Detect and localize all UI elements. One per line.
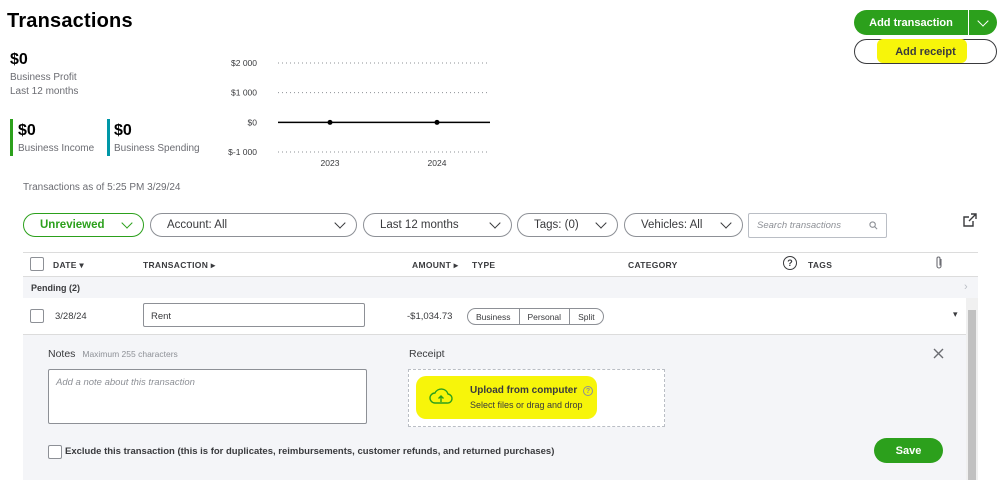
row-checkbox[interactable] — [30, 309, 44, 323]
attachment-icon — [936, 256, 942, 269]
save-button[interactable]: Save — [874, 438, 943, 463]
upload-title: Upload from computer ? — [470, 385, 594, 396]
period-filter[interactable]: Last 12 months — [363, 213, 512, 237]
income-value: $0 — [18, 122, 36, 139]
type-business-option[interactable]: Business — [468, 309, 520, 324]
help-icon[interactable]: ? — [783, 256, 797, 270]
tags-filter[interactable]: Tags: (0) — [517, 213, 618, 237]
tags-column-header: TAGS — [808, 260, 833, 270]
type-personal-option[interactable]: Personal — [520, 309, 571, 324]
period-filter-label: Last 12 months — [380, 219, 459, 231]
account-filter[interactable]: Account: All — [150, 213, 357, 237]
category-column-header: CATEGORY — [628, 260, 678, 270]
status-filter-label: Unreviewed — [40, 219, 105, 231]
y-tick-label: $-1 000 — [228, 147, 257, 157]
scrollbar-track[interactable] — [966, 298, 978, 480]
cloud-upload-icon — [429, 388, 453, 404]
search-input[interactable]: Search transactions — [748, 213, 887, 238]
y-tick-label: $2 000 — [231, 58, 257, 68]
search-placeholder: Search transactions — [757, 220, 841, 231]
spending-bar — [107, 119, 110, 156]
tags-filter-label: Tags: (0) — [534, 219, 579, 231]
page-title: Transactions — [7, 10, 133, 32]
account-filter-label: Account: All — [167, 219, 228, 231]
add-receipt-button[interactable]: Add receipt — [854, 39, 997, 64]
profit-label: Business Profit — [10, 72, 77, 83]
data-point[interactable] — [434, 119, 440, 125]
transaction-name-input[interactable]: Rent — [143, 303, 365, 327]
date-column-header[interactable]: DATE ▾ — [53, 260, 84, 271]
vehicles-filter-label: Vehicles: All — [641, 219, 703, 231]
profit-value: $0 — [10, 51, 28, 68]
type-selector[interactable]: Business Personal Split — [467, 308, 604, 325]
pending-group-row[interactable]: Pending (2) › — [23, 276, 978, 298]
pending-group-label: Pending (2) — [31, 283, 80, 293]
profit-chart: $2 000 $1 000 $0 $-1 000 2023 2024 — [228, 58, 490, 168]
notes-hint: Maximum 255 characters — [82, 349, 178, 359]
row-date: 3/28/24 — [55, 311, 87, 322]
profit-period: Last 12 months — [10, 86, 79, 97]
income-bar — [10, 119, 13, 156]
as-of-text: Transactions as of 5:25 PM 3/29/24 — [23, 182, 181, 193]
search-icon — [869, 221, 878, 230]
chevron-down-icon — [489, 217, 501, 229]
transaction-detail-panel: Notes Maximum 255 characters Add a note … — [23, 335, 966, 480]
spending-value: $0 — [114, 122, 132, 139]
add-transaction-button[interactable]: Add transaction — [854, 10, 968, 35]
notes-textarea[interactable]: Add a note about this transaction — [48, 369, 367, 424]
y-tick-label: $1 000 — [231, 88, 257, 98]
chevron-down-icon — [977, 14, 989, 27]
upload-subtitle: Select files or drag and drop — [470, 400, 583, 410]
status-filter[interactable]: Unreviewed — [23, 213, 144, 237]
x-tick-label: 2024 — [428, 158, 447, 168]
scrollbar-thumb[interactable] — [968, 310, 976, 480]
chevron-right-icon: › — [964, 281, 968, 293]
amount-column-header[interactable]: AMOUNT ▸ — [412, 260, 458, 271]
receipt-upload-dropzone[interactable]: Upload from computer ? Select files or d… — [408, 369, 665, 427]
type-column-header: TYPE — [472, 260, 496, 270]
export-icon[interactable] — [962, 212, 978, 228]
data-point[interactable] — [327, 119, 333, 125]
chevron-down-icon — [334, 217, 346, 229]
income-label: Business Income — [18, 143, 95, 154]
add-transaction-dropdown-button[interactable] — [969, 10, 997, 35]
spending-label: Business Spending — [114, 143, 200, 154]
type-split-option[interactable]: Split — [570, 309, 603, 324]
add-receipt-label: Add receipt — [895, 45, 956, 58]
chevron-down-icon — [595, 217, 607, 229]
exclude-checkbox[interactable] — [48, 445, 62, 459]
row-amount: -$1,034.73 — [407, 311, 453, 322]
vehicles-filter[interactable]: Vehicles: All — [624, 213, 743, 237]
transaction-column-header[interactable]: TRANSACTION ▸ — [143, 260, 215, 271]
select-all-checkbox[interactable] — [30, 257, 44, 271]
x-tick-label: 2023 — [321, 158, 340, 168]
chevron-down-icon — [720, 217, 732, 229]
exclude-label: Exclude this transaction (this is for du… — [65, 446, 555, 457]
y-tick-label: $0 — [248, 117, 258, 127]
table-row[interactable]: 3/28/24 Rent -$1,034.73 Business Persona… — [23, 298, 978, 335]
chevron-down-icon — [121, 217, 133, 229]
receipt-label: Receipt — [409, 348, 445, 360]
info-icon[interactable]: ? — [583, 386, 594, 396]
notes-label: Notes Maximum 255 characters — [48, 348, 178, 360]
close-icon[interactable] — [933, 348, 944, 359]
row-expand-icon[interactable]: ▾ — [953, 309, 958, 320]
